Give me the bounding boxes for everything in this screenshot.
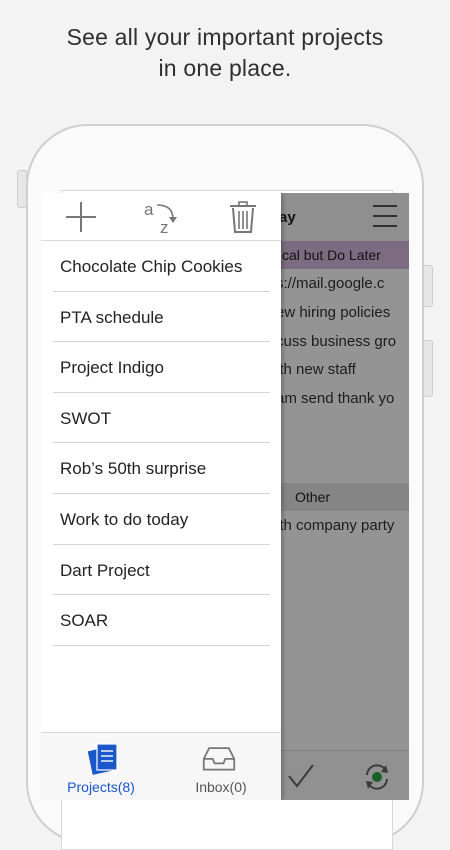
svg-text:a: a [144,200,154,219]
project-item[interactable]: Rob’s 50th surprise [53,443,270,494]
project-item[interactable]: Project Indigo [53,342,270,393]
tab-inbox-label: Inbox(0) [195,779,247,795]
tab-projects-label: Projects(8) [67,779,135,795]
drawer-tab-bar: Projects(8) Inbox(0) [41,732,281,800]
sort-az-icon[interactable]: a z [143,199,179,235]
plus-icon[interactable] [63,199,99,235]
project-name: Chocolate Chip Cookies [60,257,243,276]
phone-volume-down-button [423,340,433,397]
headline-line-2: in one place. [158,55,292,81]
project-name: Project Indigo [60,358,164,378]
project-item[interactable]: Work to do today [53,494,270,545]
project-item[interactable]: PTA schedule [53,292,270,343]
drawer-toolbar: a z [41,193,281,241]
svg-text:z: z [160,218,169,235]
headline-line-1: See all your important projects [66,24,384,50]
phone-volume-up-button [423,265,433,307]
trash-icon[interactable] [225,199,261,235]
projects-icon [87,743,118,775]
project-name: SOAR [60,611,109,631]
tab-inbox[interactable]: Inbox(0) [161,733,281,800]
project-item[interactable]: Dart Project [53,545,270,596]
project-name: SWOT [60,408,111,428]
headline: See all your important projects in one p… [0,22,450,84]
project-list: Chocolate Chip Cookies PTA schedule Proj… [41,241,281,646]
inbox-tray-icon [202,747,236,771]
project-name: PTA schedule [60,307,164,327]
app-screen: ay cal but Do Later s://mail.google.c ew… [41,193,409,800]
project-item[interactable]: Chocolate Chip Cookies [53,241,270,292]
project-item[interactable]: SWOT [53,393,270,444]
project-name: Work to do today [60,509,189,529]
project-name: Rob’s 50th surprise [60,459,207,479]
projects-drawer: a z Chocolate Chip Cookies PTA schedule … [41,193,281,800]
project-item[interactable]: SOAR [53,595,270,646]
tab-projects[interactable]: Projects(8) [41,733,161,800]
project-name: Dart Project [60,560,150,580]
